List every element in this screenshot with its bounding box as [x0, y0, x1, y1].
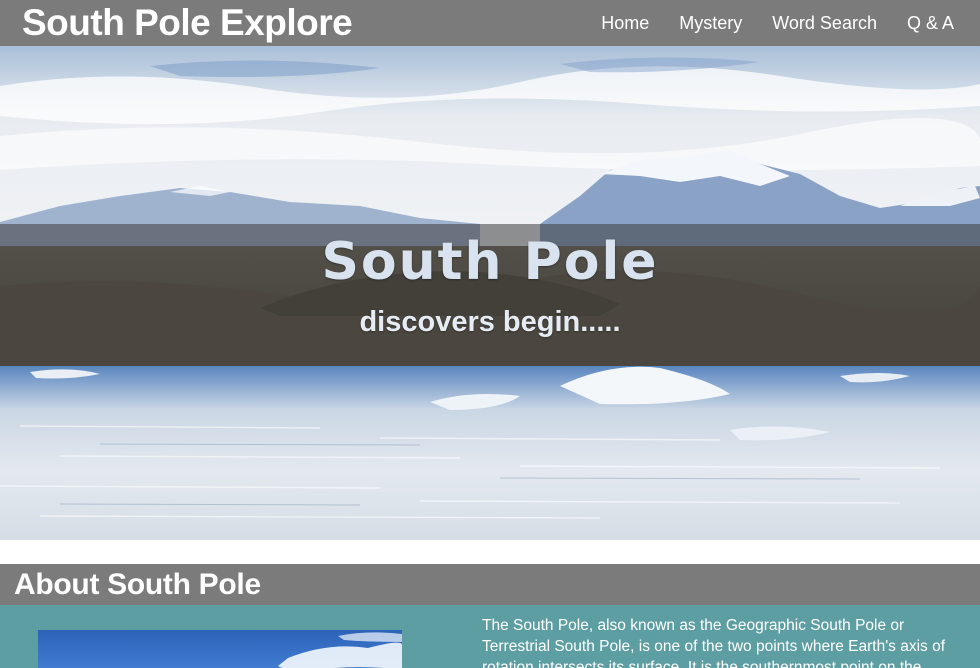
nav-link-qa[interactable]: Q & A [907, 1, 954, 45]
hero-banner: South Pole discovers begin..... [0, 46, 980, 540]
hero-caption-overlay: South Pole discovers begin..... [0, 224, 980, 366]
site-brand[interactable]: South Pole Explore [22, 0, 353, 46]
hero-subtitle: discovers begin..... [359, 306, 621, 338]
about-description: The South Pole, also known as the Geogra… [482, 617, 946, 668]
about-sky-image [278, 632, 402, 668]
nav-link-word-search[interactable]: Word Search [772, 1, 877, 45]
about-section-header: About South Pole [0, 564, 980, 605]
about-section: The South Pole, also known as the Geogra… [0, 605, 980, 668]
nav-link-mystery[interactable]: Mystery [679, 1, 742, 45]
hero-title: South Pole [321, 232, 659, 292]
about-image [38, 630, 402, 668]
nav-link-home[interactable]: Home [601, 1, 649, 45]
main-nav: Home Mystery Word Search Q & A [601, 1, 954, 45]
about-heading: About South Pole [14, 568, 261, 601]
top-navbar: South Pole Explore Home Mystery Word Sea… [0, 0, 980, 46]
